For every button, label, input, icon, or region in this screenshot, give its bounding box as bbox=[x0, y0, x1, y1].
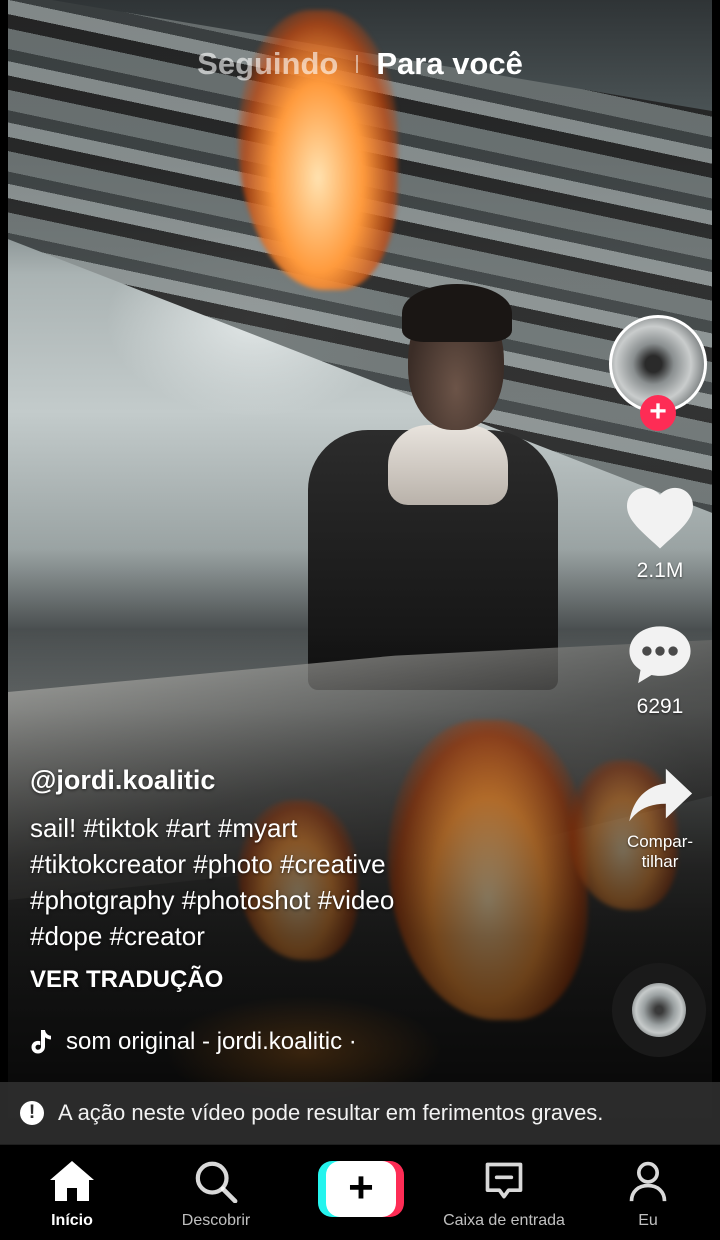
search-icon bbox=[195, 1161, 238, 1204]
nav-inbox[interactable]: Caixa de entrada bbox=[424, 1159, 584, 1230]
translate-button[interactable]: VER TRADUÇÃO bbox=[30, 966, 590, 994]
nav-discover[interactable]: Descobrir bbox=[136, 1159, 296, 1230]
caption-line: #photgraphy #photoshot #video bbox=[30, 885, 395, 915]
creator-avatar[interactable]: + bbox=[609, 315, 707, 431]
heart-icon bbox=[627, 487, 693, 549]
plus-icon: + bbox=[326, 1161, 396, 1217]
like-button[interactable]: 2.1M bbox=[610, 484, 710, 583]
nav-home-label: Início bbox=[51, 1212, 93, 1229]
caption-line: #tiktokcreator #photo #creative bbox=[30, 849, 386, 879]
nav-profile-label: Eu bbox=[638, 1212, 658, 1229]
sound-disc-cover bbox=[632, 983, 686, 1037]
safety-warning-banner: ! A ação neste vídeo pode resultar em fe… bbox=[0, 1082, 720, 1144]
share-label-line1: Compar- bbox=[626, 832, 694, 851]
tab-for-you[interactable]: Para você bbox=[376, 46, 523, 82]
music-note-icon bbox=[31, 1030, 51, 1054]
inbox-icon bbox=[485, 1162, 523, 1199]
comment-button[interactable]: 6291 bbox=[610, 622, 710, 719]
nav-inbox-label: Caixa de entrada bbox=[443, 1212, 565, 1229]
bottom-navigation: Início Descobrir + Caixa de entrada Eu bbox=[0, 1144, 720, 1240]
sound-link[interactable]: som original - jordi.koalitic · bbox=[30, 1028, 357, 1056]
sound-disc[interactable] bbox=[612, 963, 706, 1057]
sound-title: som original - jordi.koalitic · bbox=[66, 1028, 357, 1055]
tab-following[interactable]: Seguindo bbox=[197, 46, 338, 82]
nav-profile[interactable]: Eu bbox=[568, 1159, 720, 1230]
video-frame-collar bbox=[388, 425, 508, 505]
nav-discover-label: Descobrir bbox=[181, 1212, 251, 1229]
exclamation-icon: ! bbox=[20, 1101, 44, 1125]
like-count: 2.1M bbox=[636, 559, 684, 582]
username-link[interactable]: @jordi.koalitic bbox=[30, 765, 590, 796]
person-icon bbox=[629, 1161, 667, 1202]
warning-text: A ação neste vídeo pode resultar em feri… bbox=[58, 1100, 604, 1125]
video-frame-hair bbox=[402, 284, 512, 342]
feed-tabs: Seguindo Para você bbox=[0, 44, 720, 82]
create-video-button[interactable]: + bbox=[318, 1161, 404, 1217]
share-label-line2: tilhar bbox=[641, 852, 679, 871]
comment-count: 6291 bbox=[636, 695, 684, 718]
nav-home[interactable]: Início bbox=[0, 1159, 152, 1230]
video-caption: @jordi.koalitic sail! #tiktok #art #myar… bbox=[30, 765, 590, 994]
tab-divider bbox=[356, 54, 359, 73]
share-arrow-icon bbox=[629, 768, 693, 822]
share-button[interactable]: Compar- tilhar bbox=[610, 765, 710, 872]
caption-line: #dope #creator bbox=[30, 921, 205, 951]
caption-line: sail! #tiktok #art #myart bbox=[30, 813, 298, 843]
follow-button[interactable]: + bbox=[640, 395, 676, 431]
home-icon bbox=[50, 1161, 94, 1201]
comment-icon bbox=[629, 626, 691, 684]
